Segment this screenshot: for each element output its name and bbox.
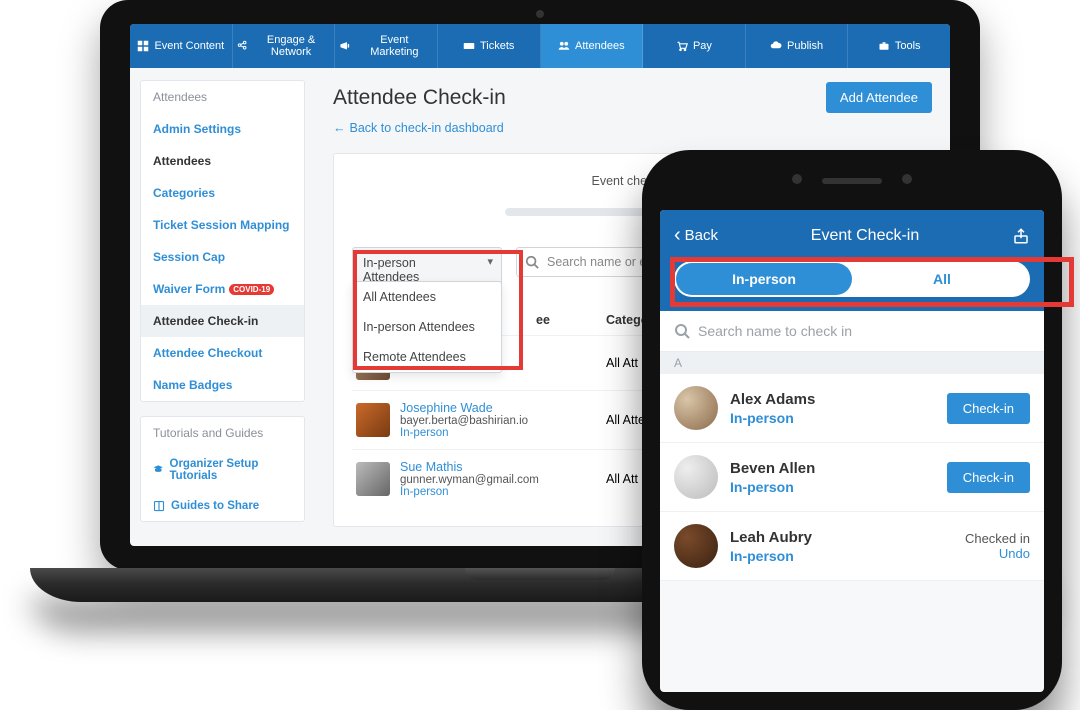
- laptop-camera: [536, 10, 544, 18]
- book-icon: [153, 500, 165, 512]
- nav-pay[interactable]: Pay: [643, 24, 746, 68]
- filter-option-remote[interactable]: Remote Attendees: [353, 342, 501, 372]
- phone-speaker: [822, 178, 882, 184]
- sidebar-item-ticket-session-mapping[interactable]: Ticket Session Mapping: [141, 209, 304, 241]
- sidebar-item-session-cap[interactable]: Session Cap: [141, 241, 304, 273]
- segmented-control: In-person All: [674, 261, 1030, 297]
- sidebar-section-attendees: Attendees: [141, 81, 304, 113]
- segment-in-person[interactable]: In-person: [676, 263, 852, 295]
- attendee-mode: In-person: [400, 486, 539, 498]
- attendee-name: Sue Mathis: [400, 460, 539, 474]
- nav-label: Tools: [895, 40, 921, 52]
- list-item[interactable]: Alex Adams In-person Check-in: [660, 374, 1044, 443]
- sidebar-item-attendees[interactable]: Attendees: [141, 145, 304, 177]
- search-icon: [525, 255, 539, 269]
- attendee-name: Alex Adams: [730, 391, 815, 408]
- people-icon: [558, 40, 570, 52]
- sidebar-item-categories[interactable]: Categories: [141, 177, 304, 209]
- check-in-button[interactable]: Check-in: [947, 462, 1030, 493]
- phone-camera: [792, 174, 802, 184]
- attendee-email: bayer.berta@bashirian.io: [400, 415, 528, 427]
- grid-icon: [137, 40, 149, 52]
- nav-engage[interactable]: Engage & Network: [233, 24, 336, 68]
- attendee-mode: In-person: [400, 427, 528, 439]
- nav-label: Event Marketing: [356, 34, 433, 58]
- attendee-filter-menu: All Attendees In-person Attendees Remote…: [352, 281, 502, 373]
- sidebar-item-setup-tutorials[interactable]: Organizer Setup Tutorials: [141, 449, 304, 491]
- nav-attendees[interactable]: Attendees: [541, 24, 644, 68]
- covid-badge: COVID-19: [229, 284, 274, 295]
- attendee-name: Josephine Wade: [400, 401, 528, 415]
- arrow-left-icon: ←: [333, 121, 346, 135]
- list-section-header: A: [660, 352, 1044, 374]
- sidebar: Attendees Admin Settings Attendees Categ…: [130, 68, 315, 546]
- avatar: [356, 462, 390, 496]
- phone-sensor: [902, 174, 912, 184]
- page-title: Attendee Check-in: [333, 86, 506, 110]
- filter-option-in-person[interactable]: In-person Attendees: [353, 312, 501, 342]
- search-placeholder: Search name or em: [547, 255, 657, 269]
- avatar: [674, 524, 718, 568]
- segment-all[interactable]: All: [854, 261, 1030, 297]
- nav-tickets[interactable]: Tickets: [438, 24, 541, 68]
- add-attendee-button[interactable]: Add Attendee: [826, 82, 932, 113]
- filter-option-all[interactable]: All Attendees: [353, 282, 501, 312]
- phone-header: ‹ Back Event Check-in: [660, 210, 1044, 261]
- phone-back-button[interactable]: ‹ Back: [674, 224, 718, 247]
- phone-search-placeholder: Search name to check in: [698, 323, 852, 339]
- nav-marketing[interactable]: Event Marketing: [335, 24, 438, 68]
- nav-label: Publish: [787, 40, 823, 52]
- nav-label: Engage & Network: [252, 34, 330, 58]
- attendee-mode: In-person: [730, 410, 815, 426]
- nav-publish[interactable]: Publish: [746, 24, 849, 68]
- nav-label: Event Content: [154, 40, 224, 52]
- avatar: [674, 455, 718, 499]
- avatar: [356, 403, 390, 437]
- dropdown-selected: In-person Attendees: [363, 256, 419, 284]
- phone-search-input[interactable]: Search name to check in: [660, 311, 1044, 352]
- sidebar-section-guides: Tutorials and Guides: [141, 417, 304, 449]
- attendee-name: Leah Aubry: [730, 529, 812, 546]
- attendee-mode: In-person: [730, 479, 815, 495]
- undo-link[interactable]: Undo: [965, 546, 1030, 561]
- nav-label: Tickets: [480, 40, 514, 52]
- nav-event-content[interactable]: Event Content: [130, 24, 233, 68]
- sidebar-item-attendee-check-in[interactable]: Attendee Check-in: [141, 305, 304, 337]
- list-item[interactable]: Beven Allen In-person Check-in: [660, 443, 1044, 512]
- attendee-name: Beven Allen: [730, 460, 815, 477]
- attendee-email: gunner.wyman@gmail.com: [400, 474, 539, 486]
- ticket-icon: [463, 40, 475, 52]
- top-nav: Event Content Engage & Network Event Mar…: [130, 24, 950, 68]
- briefcase-icon: [878, 40, 890, 52]
- sidebar-item-admin-settings[interactable]: Admin Settings: [141, 113, 304, 145]
- phone-device: ‹ Back Event Check-in In-person All Sear…: [642, 150, 1062, 710]
- share-icon[interactable]: [1012, 227, 1030, 245]
- sidebar-item-attendee-checkout[interactable]: Attendee Checkout: [141, 337, 304, 369]
- phone-title: Event Check-in: [811, 227, 920, 245]
- search-icon: [674, 323, 690, 339]
- back-to-dashboard-link[interactable]: ← Back to check-in dashboard: [333, 121, 504, 135]
- chevron-left-icon: ‹: [674, 224, 681, 247]
- cart-icon: [676, 40, 688, 52]
- sidebar-item-guides-share[interactable]: Guides to Share: [141, 491, 304, 521]
- checked-in-label: Checked in: [965, 531, 1030, 546]
- list-item[interactable]: Leah Aubry In-person Checked in Undo: [660, 512, 1044, 581]
- nav-tools[interactable]: Tools: [848, 24, 950, 68]
- attendee-mode: In-person: [730, 548, 812, 564]
- cloud-up-icon: [770, 40, 782, 52]
- sidebar-item-waiver-form[interactable]: Waiver FormCOVID-19: [141, 273, 304, 305]
- check-in-button[interactable]: Check-in: [947, 393, 1030, 424]
- avatar: [674, 386, 718, 430]
- megaphone-icon: [339, 40, 351, 52]
- nav-label: Pay: [693, 40, 712, 52]
- sidebar-item-name-badges[interactable]: Name Badges: [141, 369, 304, 401]
- graduation-icon: [153, 464, 164, 476]
- share-icon: [237, 40, 247, 52]
- nav-label: Attendees: [575, 40, 625, 52]
